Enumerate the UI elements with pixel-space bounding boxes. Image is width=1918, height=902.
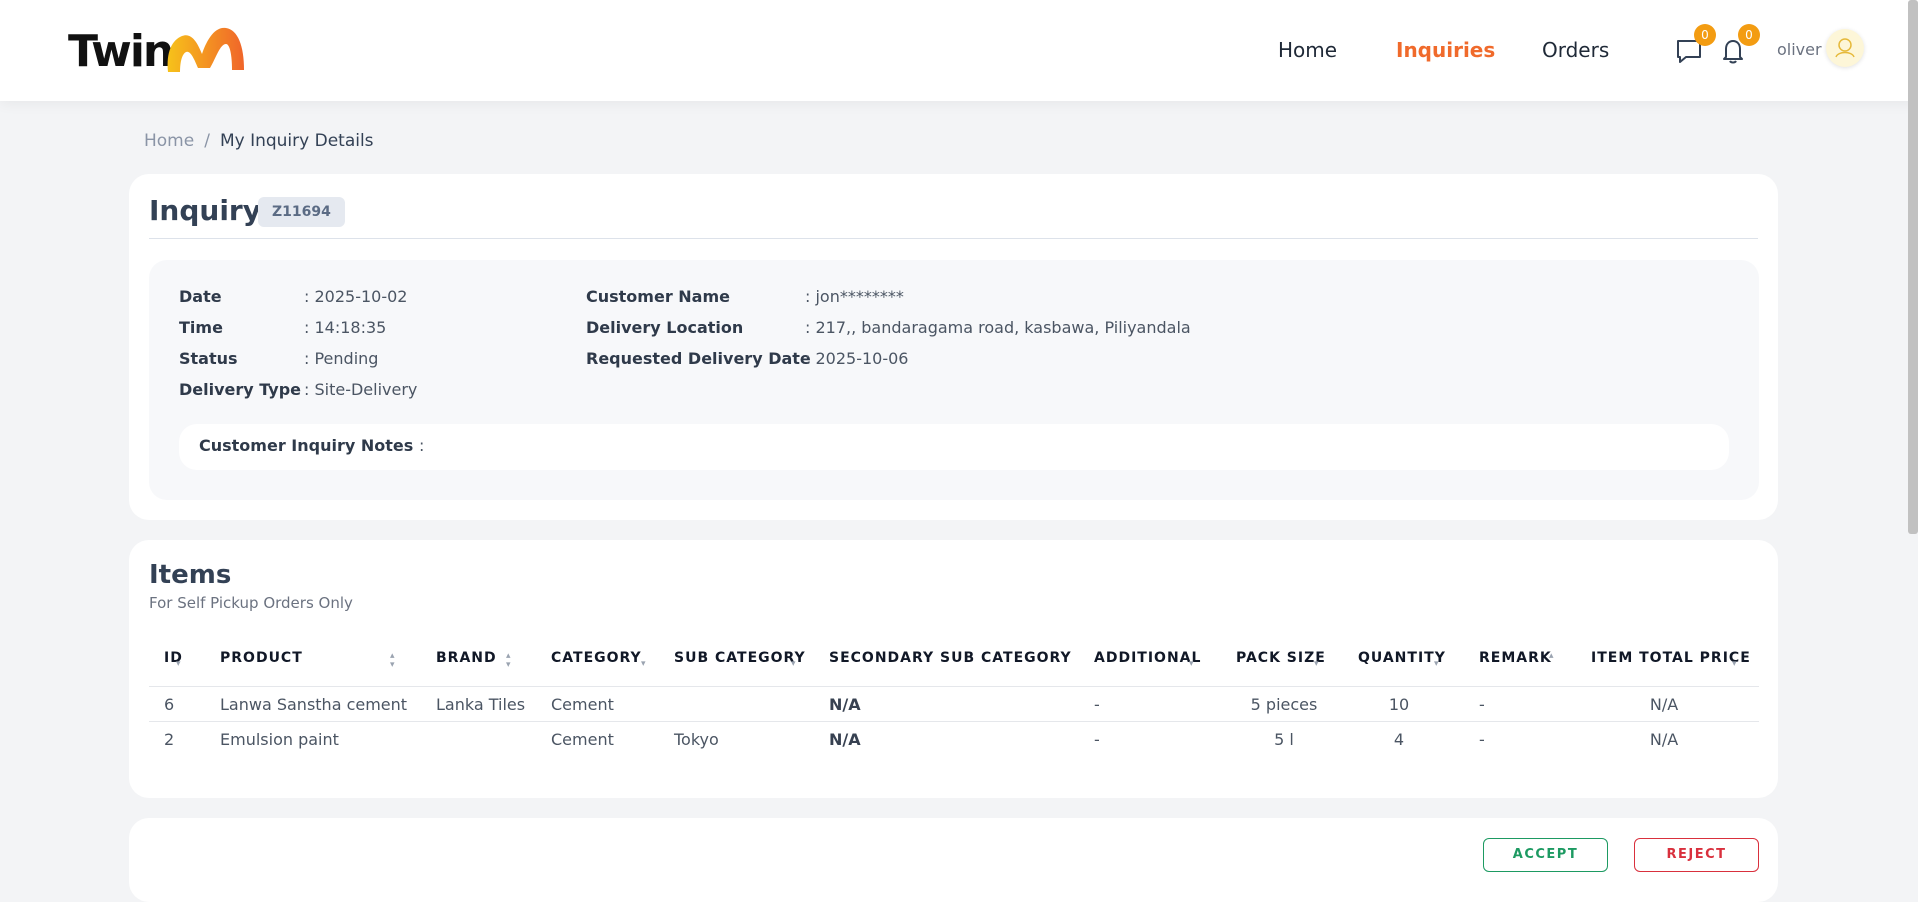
time-value: : 14:18:35 xyxy=(304,318,387,337)
divider xyxy=(149,686,1759,687)
twin-logo[interactable]: Twin xyxy=(68,22,248,78)
requested-delivery-date-label: Requested Delivery Date xyxy=(586,349,811,368)
cell-category: Cement xyxy=(551,730,614,749)
cell-pack-size: 5 pieces xyxy=(1250,695,1318,714)
requested-delivery-date-value: : 2025-10-06 xyxy=(805,349,909,368)
cell-additional: - xyxy=(1094,730,1100,749)
delivery-location-value: : 217,, bandaragama road, kasbawa, Piliy… xyxy=(805,318,1191,337)
col-header-sub-category[interactable]: SUB CATEGORY xyxy=(674,650,806,666)
items-title: Items xyxy=(149,560,232,590)
reject-button[interactable]: REJECT xyxy=(1634,838,1759,872)
user-avatar-icon xyxy=(1835,38,1855,58)
items-card: Items For Self Pickup Orders Only ID ▾ P… xyxy=(129,540,1778,798)
breadcrumb-separator: / xyxy=(204,131,210,151)
cell-product: Emulsion paint xyxy=(220,730,339,749)
messages-button[interactable]: 0 xyxy=(1674,24,1716,68)
accept-button[interactable]: ACCEPT xyxy=(1483,838,1608,872)
page-title: Inquiry xyxy=(149,194,261,227)
breadcrumb-home[interactable]: Home xyxy=(144,131,194,151)
cell-id: 2 xyxy=(164,730,175,749)
cell-product: Lanwa Sanstha cement xyxy=(220,695,408,714)
nav-inquiries[interactable]: Inquiries xyxy=(1396,38,1495,62)
avatar[interactable] xyxy=(1826,29,1864,67)
delivery-type-value: : Site-Delivery xyxy=(304,380,418,399)
customer-notes-value: : xyxy=(419,436,425,455)
sort-icon[interactable]: ▾ xyxy=(176,660,181,669)
breadcrumb-current: My Inquiry Details xyxy=(219,131,374,151)
cell-quantity: 10 xyxy=(1388,695,1410,714)
inquiry-id-badge: Z11694 xyxy=(258,197,345,227)
col-header-remark[interactable]: REMARK xyxy=(1479,650,1552,666)
divider xyxy=(149,238,1758,239)
divider xyxy=(149,721,1759,722)
sort-icon[interactable]: ▴ ▾ xyxy=(390,652,395,670)
col-header-pack-size[interactable]: PACK SIZE xyxy=(1236,650,1326,666)
sort-icon[interactable]: ▾ xyxy=(1732,660,1737,669)
notifications-count-badge: 0 xyxy=(1738,24,1760,46)
actions-card: ACCEPT REJECT xyxy=(129,818,1778,902)
cell-brand: Lanka Tiles xyxy=(436,695,526,714)
cell-id: 6 xyxy=(164,695,175,714)
col-header-product[interactable]: PRODUCT xyxy=(220,650,303,666)
col-header-item-total-price[interactable]: ITEM TOTAL PRICE xyxy=(1591,650,1751,666)
col-header-secondary-sub-category[interactable]: SECONDARY SUB CATEGORY xyxy=(829,650,1072,666)
col-header-brand[interactable]: BRAND xyxy=(436,650,497,666)
cell-category: Cement xyxy=(551,695,614,714)
col-header-category[interactable]: CATEGORY xyxy=(551,650,642,666)
cell-sub-category: Tokyo xyxy=(674,730,719,749)
cell-remark: - xyxy=(1479,695,1485,714)
date-value: : 2025-10-02 xyxy=(304,287,408,306)
col-header-quantity[interactable]: QUANTITY xyxy=(1358,650,1446,666)
cell-remark: - xyxy=(1479,730,1485,749)
scrollbar[interactable] xyxy=(1908,0,1918,534)
cell-item-total-price: N/A xyxy=(1649,695,1679,714)
sort-icon[interactable]: ▾ xyxy=(791,660,796,669)
inquiry-card: Inquiry Z11694 Date : 2025-10-02 Time : … xyxy=(129,174,1778,520)
logo-text: Twin xyxy=(68,26,174,77)
delivery-type-label: Delivery Type xyxy=(179,380,302,399)
status-value: : Pending xyxy=(304,349,379,368)
sort-icon[interactable]: ▾ xyxy=(641,660,646,669)
customer-name-value: : jon******** xyxy=(805,287,904,306)
nav-home[interactable]: Home xyxy=(1278,38,1337,62)
inquiry-details: Date : 2025-10-02 Time : 14:18:35 Status… xyxy=(149,260,1759,500)
user-name[interactable]: oliver xyxy=(1777,40,1822,59)
nav-orders[interactable]: Orders xyxy=(1542,38,1609,62)
cell-item-total-price: N/A xyxy=(1649,730,1679,749)
customer-notes: Customer Inquiry Notes : xyxy=(179,424,1729,470)
items-subtitle: For Self Pickup Orders Only xyxy=(149,594,353,612)
sort-icon[interactable]: ▾ xyxy=(1314,660,1319,669)
notifications-button[interactable]: 0 xyxy=(1718,24,1760,68)
sort-icon[interactable]: ▴ xyxy=(1549,652,1554,661)
sort-icon[interactable]: ▾ xyxy=(1434,660,1439,669)
cell-pack-size: 5 l xyxy=(1274,730,1294,749)
customer-notes-label: Customer Inquiry Notes xyxy=(199,436,414,455)
breadcrumb: Home / My Inquiry Details xyxy=(144,131,374,151)
top-navbar: Twin Home Inquiries Orders 0 0 oliver xyxy=(0,0,1918,101)
cell-additional: - xyxy=(1094,695,1100,714)
time-label: Time xyxy=(179,318,223,337)
cell-secondary-sub-category: N/A xyxy=(829,695,861,714)
sort-icon[interactable]: ▾ xyxy=(1189,660,1194,669)
delivery-location-label: Delivery Location xyxy=(586,318,744,337)
messages-count-badge: 0 xyxy=(1694,24,1716,46)
cell-secondary-sub-category: N/A xyxy=(829,730,861,749)
cell-quantity: 4 xyxy=(1393,730,1405,749)
sort-icon[interactable]: ▴ ▾ xyxy=(506,652,511,670)
logo-m-icon xyxy=(167,27,244,72)
col-header-additional[interactable]: ADDITIONAL xyxy=(1094,650,1201,666)
date-label: Date xyxy=(179,287,222,306)
status-label: Status xyxy=(179,349,238,368)
customer-name-label: Customer Name xyxy=(586,287,730,306)
